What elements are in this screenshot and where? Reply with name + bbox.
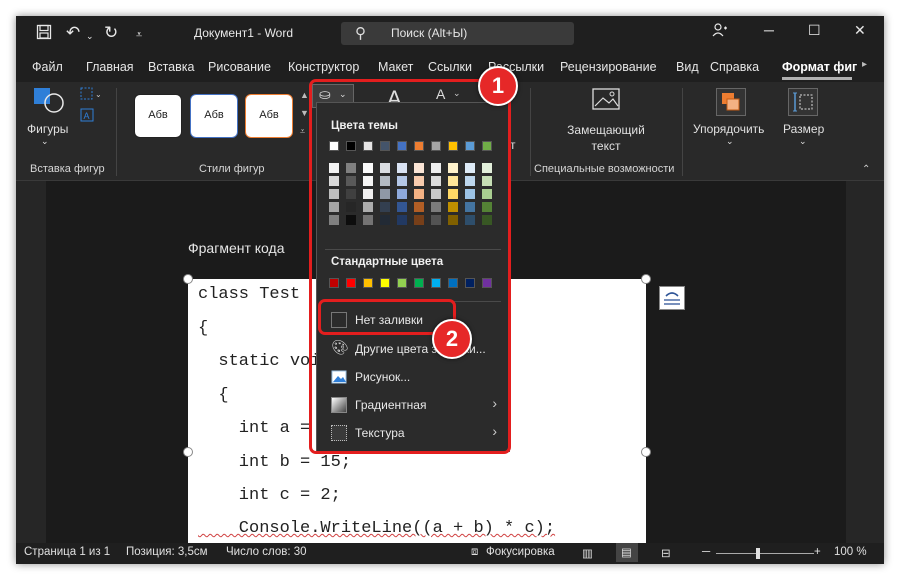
tab-layout[interactable]: Макет [378, 60, 413, 74]
title-bar: ↶ ⌄ ↻ ⩡ Документ1 - Word ⚲ Поиск (Alt+Ы)… [16, 16, 884, 52]
arrange-label[interactable]: Упорядочить [693, 122, 764, 136]
alt-text-label[interactable]: Замещающий текст [566, 122, 646, 154]
web-layout-icon[interactable]: ⊟ [661, 546, 671, 560]
collapse-ribbon-icon[interactable]: ⌃ [862, 164, 870, 175]
active-tab-indicator [782, 77, 852, 80]
size-dropdown-icon[interactable]: ⌄ [799, 136, 807, 147]
search-box[interactable]: ⚲ Поиск (Alt+Ы) [341, 22, 574, 45]
resize-handle[interactable] [183, 447, 193, 457]
svg-text:A: A [84, 111, 90, 121]
styles-scroll-up-icon[interactable]: ▲ [300, 90, 309, 100]
menu-highlight-frame [309, 79, 511, 454]
maximize-icon[interactable]: ☐ [808, 22, 821, 39]
styles-more-icon[interactable]: ⩡ [300, 126, 305, 137]
group-separator [116, 88, 117, 176]
size-icon[interactable] [788, 88, 818, 116]
svg-text:⌄: ⌄ [95, 90, 102, 99]
customize-toolbar-icon[interactable]: ⩡ [136, 26, 142, 44]
word-count[interactable]: Число слов: 30 [226, 546, 307, 558]
cursor-position: Позиция: 3,5см [126, 546, 208, 558]
code-line: int b = 15; [198, 453, 352, 472]
minimize-icon[interactable]: ─ [764, 22, 774, 38]
style-sample-text: Абв [204, 109, 224, 121]
step-badge-1: 1 [478, 66, 518, 106]
size-label[interactable]: Размер [783, 122, 824, 136]
save-icon[interactable] [36, 24, 52, 45]
layout-options-icon[interactable] [659, 286, 685, 310]
tab-design[interactable]: Конструктор [288, 60, 359, 74]
zoom-out-icon[interactable]: ─ [702, 546, 710, 558]
resize-handle[interactable] [641, 274, 651, 284]
zoom-level[interactable]: 100 % [834, 546, 867, 558]
read-mode-icon[interactable]: ▥ [582, 546, 593, 560]
code-line: Console.WriteLine((a + b) * c); [198, 519, 556, 538]
shapes-label[interactable]: Фигуры [27, 122, 68, 136]
arrange-icon[interactable] [716, 88, 746, 116]
text-box-icon[interactable]: A [80, 108, 94, 125]
code-line: { [198, 319, 209, 338]
tab-view[interactable]: Вид [676, 60, 699, 74]
group-insert-shapes-label: Вставка фигур [30, 163, 105, 175]
focus-mode-button[interactable]: Фокусировка [486, 546, 555, 558]
code-line: int c = 2; [198, 486, 341, 505]
tab-home[interactable]: Главная [86, 60, 134, 74]
shape-style-dark[interactable]: Абв [134, 94, 182, 138]
search-icon: ⚲ [355, 25, 366, 42]
alt-text-icon[interactable] [591, 87, 621, 116]
tab-insert[interactable]: Вставка [148, 60, 194, 74]
resize-handle[interactable] [641, 447, 651, 457]
redo-icon[interactable]: ↻ [104, 24, 118, 42]
focus-icon[interactable]: ⧈ [471, 546, 478, 559]
page-count[interactable]: Страница 1 из 1 [24, 546, 110, 558]
tab-file[interactable]: Файл [32, 60, 63, 74]
fragment-heading: Фрагмент кода [188, 240, 285, 256]
shape-style-orange[interactable]: Абв [245, 94, 293, 138]
tab-review[interactable]: Рецензирование [560, 60, 657, 74]
group-accessibility-label: Специальные возможности [534, 163, 675, 175]
step-badge-2: 2 [432, 319, 472, 359]
undo-icon[interactable]: ↶ [66, 24, 80, 42]
code-line: class Test [198, 285, 301, 304]
style-sample-text: Абв [148, 109, 168, 121]
resize-handle[interactable] [183, 274, 193, 284]
tab-references[interactable]: Ссылки [428, 60, 472, 74]
tabs-scroll-right-icon[interactable]: ▸ [862, 59, 867, 70]
group-separator [530, 88, 531, 176]
coauthor-icon[interactable] [712, 22, 728, 41]
ribbon-tabs: Файл Главная Вставка Рисование Конструкт… [16, 52, 884, 82]
status-bar: Страница 1 из 1 Позиция: 3,5см Число сло… [16, 543, 884, 564]
tab-help[interactable]: Справка [710, 60, 759, 74]
document-title: Документ1 - Word [194, 26, 294, 40]
shapes-dropdown-icon[interactable]: ⌄ [41, 136, 49, 147]
shape-style-blue[interactable]: Абв [190, 94, 238, 138]
close-icon[interactable]: ✕ [854, 22, 866, 39]
print-layout-icon[interactable]: ▤ [616, 543, 638, 562]
styles-scroll-down-icon[interactable]: ▼ [300, 108, 309, 118]
code-line: { [198, 386, 229, 405]
arrange-dropdown-icon[interactable]: ⌄ [726, 136, 734, 147]
zoom-slider[interactable] [716, 553, 814, 554]
style-sample-text: Абв [259, 109, 279, 121]
zoom-in-icon[interactable]: + [814, 546, 821, 558]
zoom-slider-thumb[interactable] [756, 548, 760, 559]
group-shape-styles-label: Стили фигур [199, 163, 265, 175]
shapes-gallery-icon[interactable] [34, 88, 64, 117]
edit-shape-icon[interactable]: ⌄ [80, 87, 102, 104]
tab-draw[interactable]: Рисование [208, 60, 271, 74]
search-placeholder: Поиск (Alt+Ы) [391, 26, 468, 40]
group-separator [682, 88, 683, 176]
tab-shape-format[interactable]: Формат фиг [782, 60, 857, 74]
undo-dropdown-icon[interactable]: ⌄ [86, 27, 94, 45]
word-window: ↶ ⌄ ↻ ⩡ Документ1 - Word ⚲ Поиск (Alt+Ы)… [16, 16, 884, 564]
